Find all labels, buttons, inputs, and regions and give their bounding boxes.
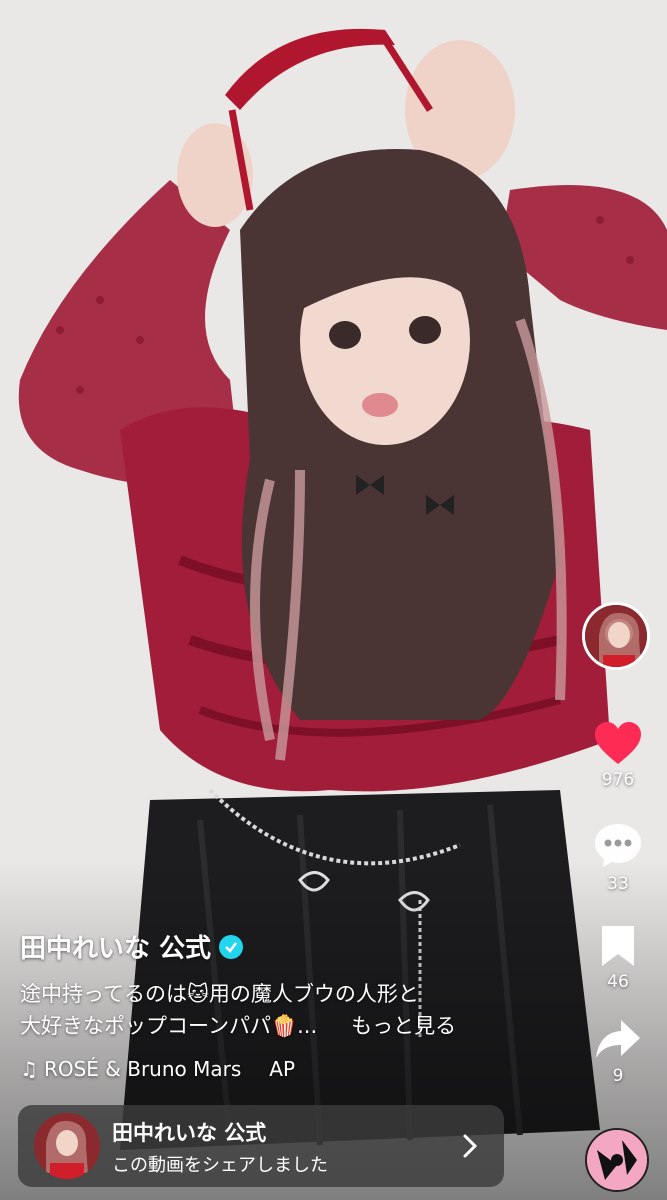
comment-button[interactable]: 33 (578, 820, 658, 894)
shared-by-card[interactable]: 田中れいな 公式 この動画をシェアしました (18, 1105, 504, 1187)
sharer-avatar (34, 1113, 100, 1179)
music-note-icon: ♫ (20, 1057, 38, 1081)
caption-line-2: 大好きなポップコーンパパ🍿... (20, 1014, 318, 1038)
music-title: ROSÉ & Bruno Mars (43, 1057, 242, 1081)
caption-line-1: 途中持ってるのは🐱用の魔人ブウの人形と (20, 982, 419, 1006)
verified-badge-icon (219, 934, 244, 959)
bookmark-button[interactable]: 46 (578, 924, 658, 992)
share-status: この動画をシェアしました (112, 1155, 328, 1176)
music-title-continued: AP (269, 1057, 296, 1081)
see-more-link[interactable]: もっと見る (351, 1014, 456, 1038)
like-count: 976 (601, 770, 635, 790)
share-arrow-icon (596, 1020, 640, 1058)
sound-disc-icon[interactable] (585, 1128, 649, 1192)
chevron-right-icon (463, 1134, 478, 1158)
author-name: 田中れいな 公式 (20, 934, 212, 964)
comment-icon (595, 824, 641, 867)
share-button[interactable]: 9 (578, 1016, 658, 1086)
video-caption[interactable]: 途中持ってるのは🐱用の魔人ブウの人形と 大好きなポップコーンパパ🍿... もっと見… (20, 978, 520, 1042)
comment-count: 33 (607, 874, 629, 894)
sharer-name: 田中れいな 公式 (112, 1121, 267, 1145)
bookmark-count: 46 (607, 972, 629, 992)
author-name-row[interactable]: 田中れいな 公式 (20, 928, 244, 965)
share-count: 9 (612, 1066, 624, 1086)
creator-avatar[interactable] (582, 602, 650, 670)
music-ticker[interactable]: ♫ ROSÉ & Bruno Mars AP (20, 1057, 320, 1081)
heart-icon (595, 722, 641, 764)
like-button[interactable]: 976 (578, 720, 658, 790)
bookmark-icon (602, 926, 634, 966)
